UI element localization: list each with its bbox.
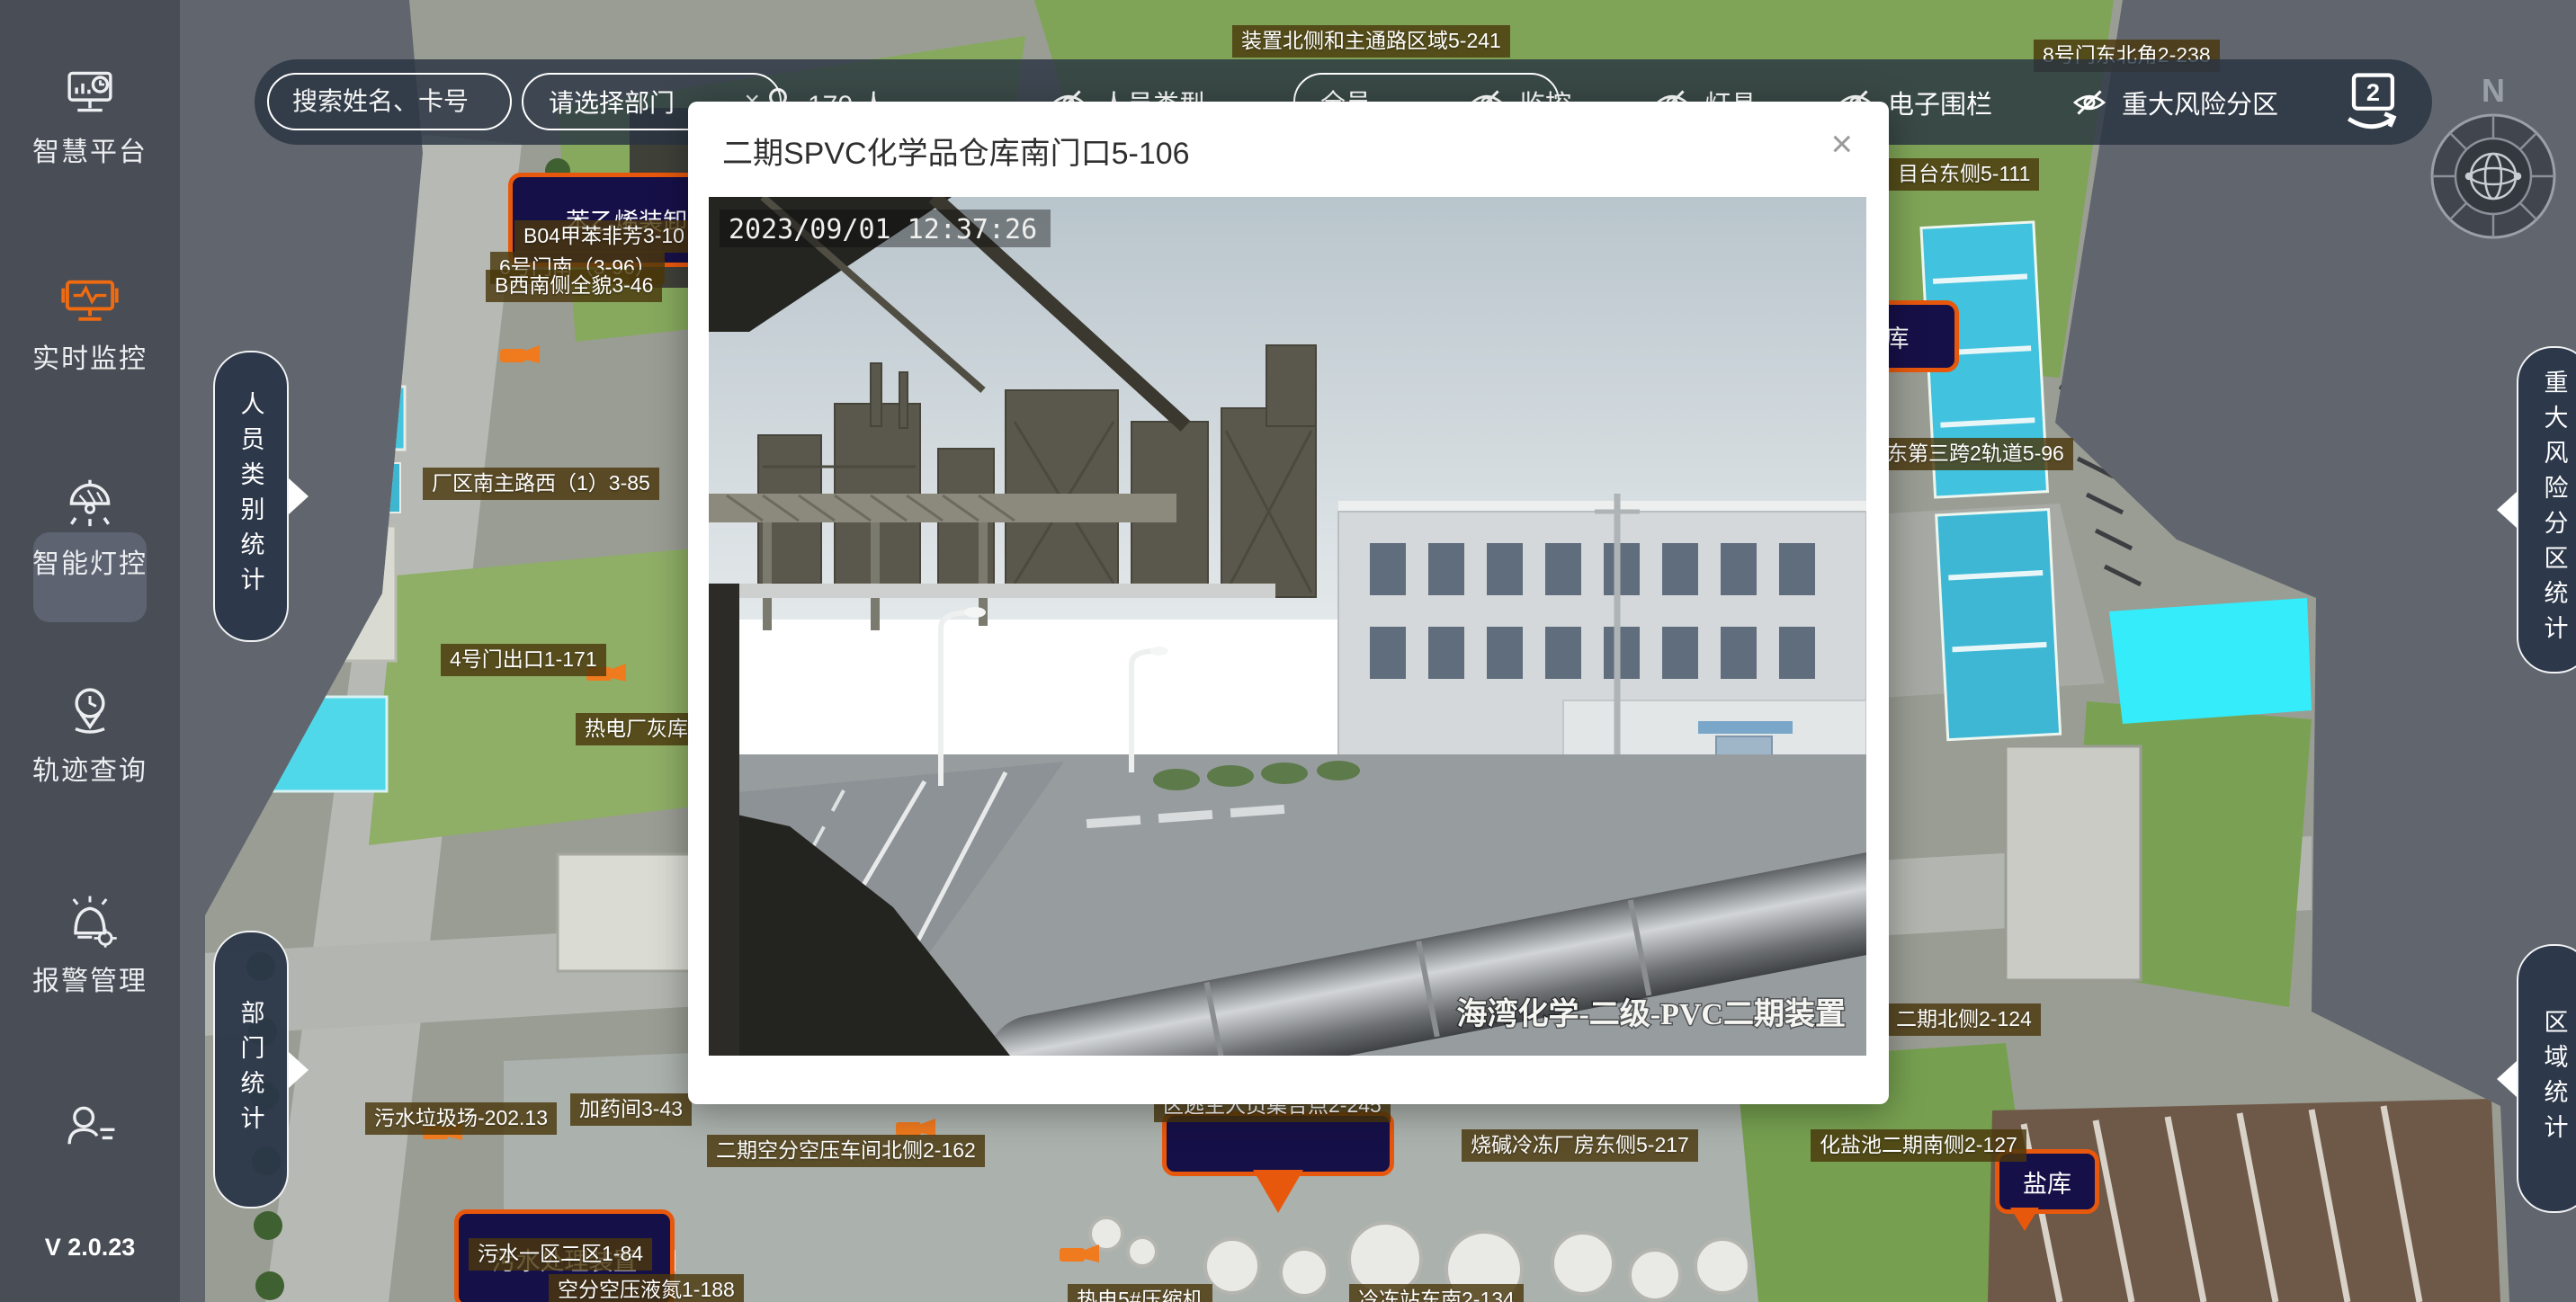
expand-arrow-icon (289, 1052, 309, 1088)
map-label-text: 厂区南主路西（1）3-85 (432, 471, 650, 495)
callout-pointer (1253, 1170, 1303, 1213)
tab-major-risk-zone-stats[interactable]: 重大风险分区统计 (2517, 346, 2576, 673)
modal-close-button[interactable]: × (1825, 121, 1858, 166)
map-tag-label[interactable]: B04甲苯非芳3-10 (514, 220, 693, 253)
callout-pointer (2010, 1208, 2039, 1231)
toggle-label: 重大风险分区 (2122, 84, 2278, 121)
camera-timestamp: 2023/09/01 12:37:26 (729, 214, 1037, 245)
sidebar-item-personnel-list[interactable] (0, 1099, 180, 1165)
map-label-text: B西南侧全貌3-46 (495, 273, 653, 297)
map-label-text: 热电5#压缩机 (1077, 1288, 1203, 1302)
svg-text:2: 2 (2366, 78, 2380, 106)
smart-light-icon (61, 475, 119, 532)
user-list-icon (61, 1099, 119, 1156)
map-label-text: 盐库 (2023, 1164, 2071, 1199)
map-label-text: 污水垃圾场-202.13 (374, 1106, 548, 1129)
sidebar-item-label: 实时监控 (0, 336, 180, 376)
track-query-icon (61, 682, 119, 739)
map-tag-label[interactable]: 装置北侧和主通路区域5-241 (1232, 25, 1510, 58)
map-tag-label[interactable]: 厂区南主路西（1）3-85 (423, 468, 659, 500)
map-tag-label[interactable]: 加药间3-43 (570, 1093, 692, 1126)
map-label-text: 东第三跨2轨道5-96 (1887, 441, 2064, 465)
map-tag-label[interactable]: B西南侧全貌3-46 (486, 270, 662, 302)
map-label-text: 二期北侧2-124 (1896, 1007, 2032, 1030)
modal-title: 二期SPVC化学品仓库南门口5-106 (722, 129, 1190, 173)
map-label-text: 加药间3-43 (579, 1097, 683, 1120)
map-tag-label[interactable]: 热电5#压缩机 (1068, 1284, 1212, 1302)
sidebar-item-label: 报警管理 (0, 959, 180, 998)
map-label-text: 目台东侧5-111 (1898, 162, 2030, 185)
app-root: 苯乙烯装卸站B04甲苯非芳3-106号门南（3-96）B西南侧全貌3-46厂区南… (0, 0, 2576, 1302)
map-label-text: 装置北侧和主通路区域5-241 (1241, 29, 1501, 52)
map-label-text: B04甲苯非芳3-10 (523, 224, 684, 247)
dashboard-icon (61, 63, 119, 120)
toggle-label: 电子围栏 (1888, 84, 1992, 121)
tab-label: 部门统计 (234, 1000, 269, 1140)
map-label-text: 热电厂灰库 (585, 717, 688, 740)
map-label-text: 二期空分空压车间北侧2-162 (716, 1138, 976, 1162)
map-tag-label[interactable]: 冷冻站东南2-134 (1349, 1284, 1524, 1302)
camera-feed-image: 2023/09/01 12:37:26 海湾化学-二级-PVC二期装置 (709, 197, 1866, 1056)
sidebar-item-label: 智慧平台 (0, 129, 180, 169)
map-tag-label[interactable]: 二期北侧2-124 (1887, 1003, 2041, 1036)
search-input-pill[interactable] (267, 73, 512, 130)
sidebar-item-label: 智能灯控 (0, 541, 180, 581)
tab-department-stats[interactable]: 部门统计 (213, 931, 289, 1208)
camera-watermark: 海湾化学-二级-PVC二期装置 (1456, 996, 1846, 1031)
version-label: V 2.0.23 (0, 1234, 180, 1262)
map-tag-label[interactable]: 空分空压液氮1-188 (549, 1274, 744, 1302)
sidebar-item-alarm-management[interactable]: 报警管理 (0, 892, 180, 998)
sidebar-item-label: 轨迹查询 (0, 748, 180, 788)
sidebar-item-track-query[interactable]: 轨迹查询 (0, 682, 180, 788)
alarm-manage-icon (61, 892, 119, 950)
tab-area-stats[interactable]: 区域统计 (2517, 944, 2576, 1213)
compass-widget[interactable] (2417, 100, 2570, 253)
map-tag-label[interactable]: 污水一区二区1-84 (469, 1238, 652, 1271)
map-tag-label[interactable]: 东第三跨2轨道5-96 (1878, 438, 2073, 470)
sidebar-item-smart-platform[interactable]: 智慧平台 (0, 63, 180, 169)
realtime-monitor-icon (61, 270, 119, 327)
map-label-text: 烧碱冷冻厂房东侧5-217 (1471, 1133, 1689, 1156)
map-label-text: 化盐池二期南侧2-127 (1820, 1133, 2017, 1156)
map-tag-label[interactable]: 热电厂灰库 (576, 713, 697, 745)
expand-arrow-icon (2497, 492, 2517, 528)
sidebar-item-smart-lighting[interactable]: 智能灯控 (0, 475, 180, 581)
map-tag-label[interactable]: 烧碱冷冻厂房东侧5-217 (1462, 1129, 1698, 1162)
rotate-2d-icon: 2 (2336, 67, 2408, 139)
map-tag-label[interactable]: 二期空分空压车间北侧2-162 (707, 1135, 985, 1167)
map-label-text: 冷冻站东南2-134 (1358, 1288, 1515, 1302)
eye-slash-icon (2071, 88, 2107, 117)
map-label-text: 污水一区二区1-84 (478, 1242, 643, 1265)
tab-label: 重大风险分区统计 (2537, 370, 2572, 650)
tab-label: 人员类别统计 (234, 391, 269, 602)
map-tag-label[interactable]: 化盐池二期南侧2-127 (1811, 1129, 2026, 1162)
tab-label: 区域统计 (2537, 1009, 2572, 1149)
map-label-text: 4号门出口1-171 (450, 647, 597, 671)
camera-feed-modal: 二期SPVC化学品仓库南门口5-106 × (688, 102, 1889, 1104)
tab-personnel-category-stats[interactable]: 人员类别统计 (213, 351, 289, 642)
expand-arrow-icon (2497, 1061, 2517, 1097)
expand-arrow-icon (289, 478, 309, 514)
left-sidebar: 智慧平台 实时监控 (0, 0, 180, 1302)
map-label-text: 空分空压液氮1-188 (558, 1278, 735, 1301)
toggle-major-risk-zone[interactable]: 重大风险分区 (2071, 59, 2278, 145)
map-tag-label[interactable]: 4号门出口1-171 (441, 644, 606, 676)
sidebar-item-realtime-monitoring[interactable]: 实时监控 (0, 270, 180, 376)
switch-2d-button[interactable]: 2 (2330, 67, 2402, 138)
map-tag-label[interactable]: 污水垃圾场-202.13 (365, 1102, 557, 1135)
search-input[interactable] (269, 87, 510, 116)
map-tag-label[interactable]: 目台东侧5-111 (1889, 158, 2039, 191)
